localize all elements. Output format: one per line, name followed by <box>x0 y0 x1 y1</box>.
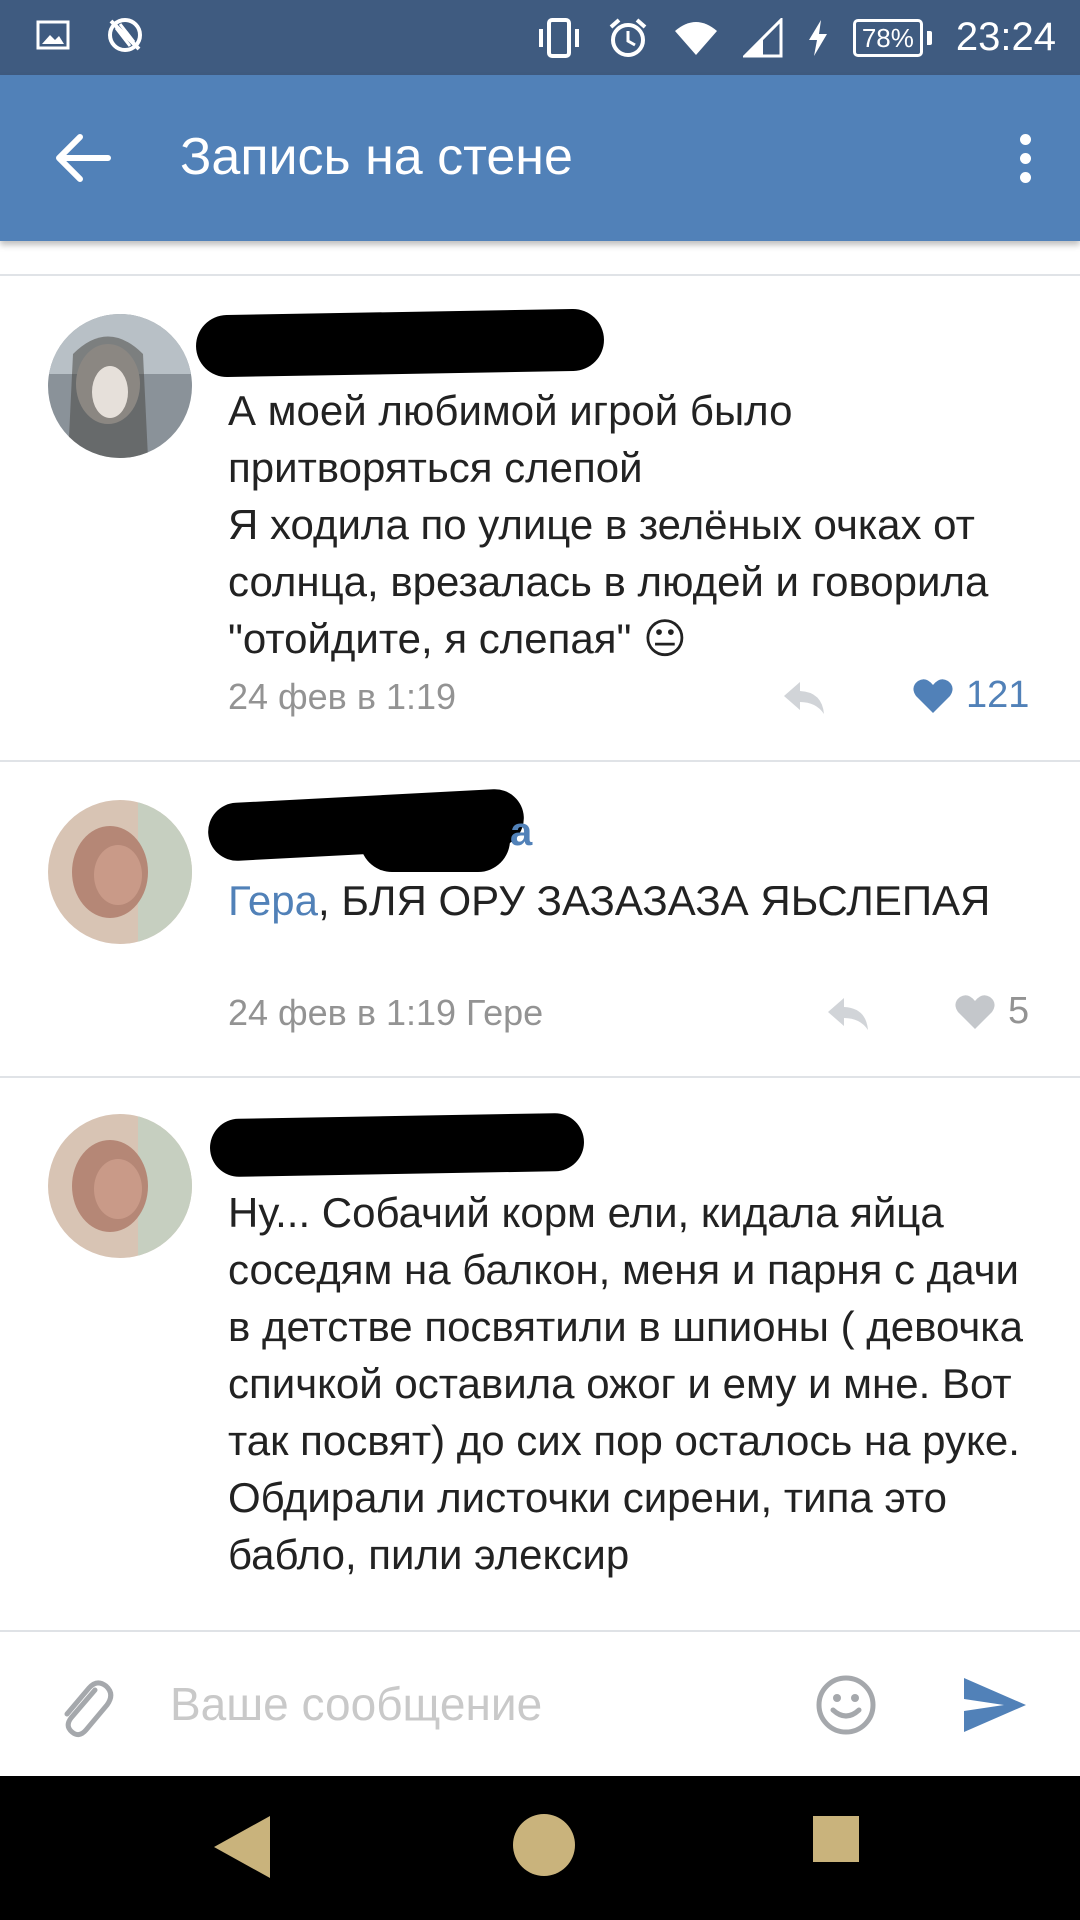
like-button[interactable]: 121 <box>912 674 1029 717</box>
comment-text: Ну... Собачий корм ели, кидала яйца сосе… <box>228 1189 1035 1578</box>
back-arrow-icon[interactable] <box>50 125 116 191</box>
menu-dot <box>1019 133 1031 145</box>
comment-date: 24 фев в 1:19 <box>228 676 457 717</box>
image-icon <box>36 20 70 50</box>
like-button[interactable]: 5 <box>954 990 1029 1033</box>
app-bar: Запись на стене <box>0 75 1080 241</box>
nav-back-icon[interactable] <box>212 1814 272 1880</box>
avatar[interactable] <box>48 314 192 458</box>
clock: 23:24 <box>955 15 1056 59</box>
avatar[interactable] <box>48 1114 192 1258</box>
charging-icon <box>808 19 827 56</box>
avatar[interactable] <box>48 800 192 944</box>
comment-item: Ну... Собачий корм ели, кидала яйца сосе… <box>0 1078 1080 1630</box>
like-count: 121 <box>966 674 1030 716</box>
comment-body: , БЛЯ ОРУ ЗАЗАЗАЗА ЯЬСЛЕПАЯ <box>318 877 991 924</box>
comment-item: а Гера, БЛЯ ОРУ ЗАЗАЗАЗА ЯЬСЛЕПАЯ 24 фев… <box>0 762 1080 1076</box>
nav-home-icon[interactable] <box>513 1814 575 1876</box>
mention-link[interactable]: Гера <box>228 877 318 924</box>
comment-text: Гера, БЛЯ ОРУ ЗАЗАЗАЗА ЯЬСЛЕПАЯ <box>228 872 1048 929</box>
wifi-icon <box>674 21 717 55</box>
signal-icon <box>742 17 783 57</box>
emoji-icon[interactable] <box>815 1674 877 1736</box>
like-count: 5 <box>1008 990 1030 1032</box>
navigation-bar <box>0 1776 1080 1920</box>
send-icon[interactable] <box>962 1676 1028 1734</box>
avatar-photo <box>48 800 192 944</box>
message-input[interactable] <box>170 1664 770 1744</box>
nav-recents-icon[interactable] <box>813 1816 859 1862</box>
reply-icon[interactable] <box>824 994 872 1034</box>
battery-level: 78% <box>852 18 923 57</box>
comment-item: А моей любимой игрой было притворяться с… <box>0 276 1080 760</box>
paperclip-icon[interactable] <box>55 1672 117 1742</box>
redacted-author-name <box>209 1112 585 1178</box>
menu-dot <box>1019 152 1031 164</box>
heart-icon <box>955 994 995 1029</box>
battery-cap <box>926 30 932 45</box>
reply-icon[interactable] <box>780 678 828 718</box>
message-composer <box>0 1630 1080 1776</box>
page-title: Запись на стене <box>180 128 573 186</box>
status-bar: 78% 23:24 <box>0 0 1080 75</box>
vibrate-icon <box>538 17 579 58</box>
avatar-photo <box>48 1114 192 1258</box>
heart-icon <box>913 678 953 713</box>
comment-date: 24 фев в 1:19 Гере <box>228 992 544 1033</box>
alarm-icon <box>609 17 647 57</box>
battery-indicator: 78% <box>852 18 932 57</box>
redacted-author-name <box>195 308 605 378</box>
menu-dot <box>1019 171 1031 183</box>
redacted-author-name <box>360 808 510 872</box>
no-sync-icon <box>108 18 142 52</box>
author-name-fragment[interactable]: а <box>510 810 532 855</box>
more-options-icon[interactable] <box>1000 125 1050 191</box>
avatar-photo <box>48 314 192 458</box>
comment-text: А моей любимой игрой было притворяться с… <box>228 387 989 662</box>
